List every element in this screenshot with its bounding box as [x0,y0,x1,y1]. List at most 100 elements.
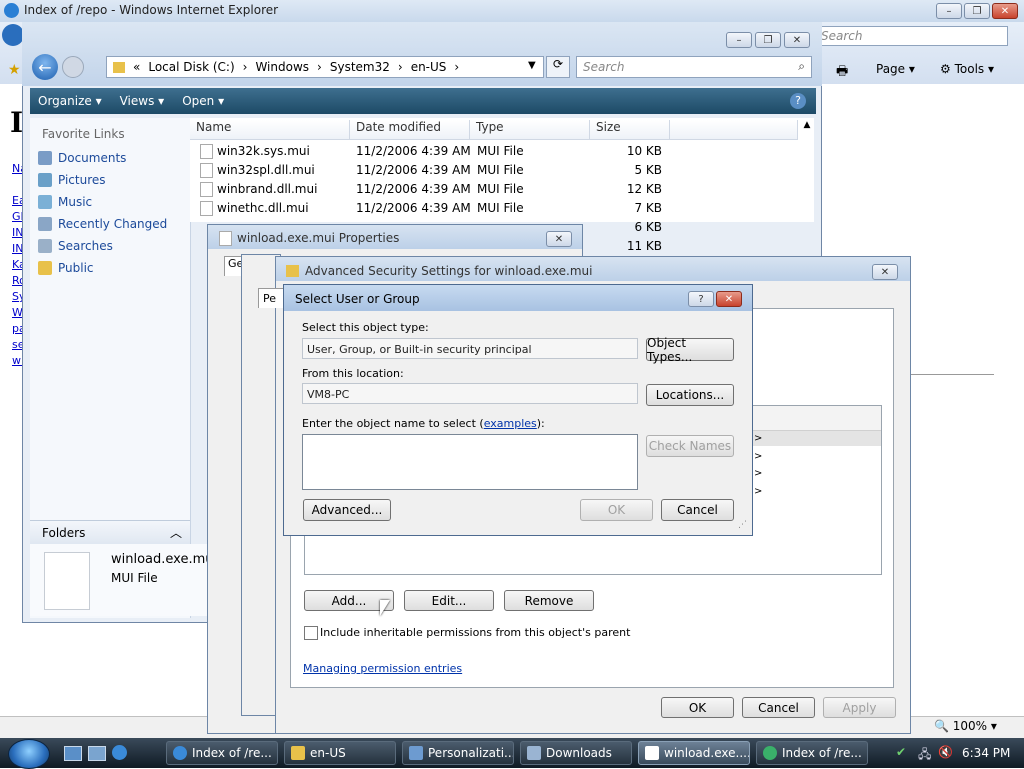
explorer-back-button[interactable]: ← [32,54,58,80]
properties-close-button[interactable]: ✕ [546,231,572,247]
favorite-link-music[interactable]: Music [38,195,92,209]
properties-tab-general[interactable]: Ge [224,256,242,276]
views-menu[interactable]: Views ▾ [120,94,165,108]
ie-quicklaunch-icon[interactable] [112,745,127,760]
ie-maximize-button[interactable]: ❐ [964,3,990,19]
folder-icon [286,265,299,277]
properties-title: winload.exe.mui Properties [237,231,400,245]
column-header-filler [670,120,798,140]
start-button[interactable] [8,739,50,769]
favorite-link-searches[interactable]: Searches [38,239,113,253]
check-names-button[interactable]: Check Names [646,435,734,457]
show-desktop-icon[interactable] [64,746,82,761]
explorer-forward-button[interactable] [62,56,84,78]
object-types-button[interactable]: Object Types... [646,336,734,364]
file-row[interactable]: winbrand.dll.mui 11/2/2006 4:39 AM MUI F… [196,180,806,198]
switch-windows-icon[interactable] [88,746,106,761]
scroll-up-icon[interactable]: ▲ [800,120,814,134]
explorer-minimize-button[interactable]: – [726,32,752,48]
file-row[interactable]: win32k.sys.mui 11/2/2006 4:39 AM MUI Fil… [196,142,806,160]
taskbar-button-personalization[interactable]: Personalizati... [402,741,514,765]
volume-muted-icon[interactable]: 🔇 [938,745,953,759]
taskbar-button-ie-2[interactable]: Index of /re... [756,741,868,765]
ie-back-button[interactable] [2,24,24,46]
taskbar-button-winload[interactable]: winload.exe.... [638,741,750,765]
remove-permission-button[interactable]: Remove [504,590,594,611]
folders-toggle[interactable]: Folders ︿ [30,520,190,545]
tray-shield-icon[interactable]: ✔ [896,745,906,759]
file-name: winbrand.dll.mui [217,182,318,196]
select-user-cancel-button[interactable]: Cancel [661,499,734,521]
examples-link[interactable]: examples [484,417,537,430]
ie-print-icon[interactable]: 🖶 [836,62,848,84]
ie-zoom-control[interactable]: 🔍 100% ▾ [934,719,997,733]
refresh-button[interactable]: ⟳ [546,56,570,78]
clock[interactable]: 6:34 PM [962,746,1010,760]
ie-minimize-button[interactable]: – [936,3,962,19]
breadcrumb-local-disk[interactable]: Local Disk (C:) [148,60,234,74]
file-row[interactable]: winethc.dll.mui 11/2/2006 4:39 AM MUI Fi… [196,199,806,217]
help-icon[interactable]: ? [790,93,806,109]
network-icon[interactable]: 🖧 [918,745,931,766]
folder-icon [291,746,305,760]
recent-icon [38,217,52,231]
search-icon: ⌕ [798,59,805,73]
ie-tools-menu[interactable]: ⚙ Tools ▾ [940,62,994,76]
managing-permission-entries-link[interactable]: Managing permission entries [303,662,462,675]
ie-logo-icon [4,3,19,18]
favorite-link-pictures[interactable]: Pictures [38,173,106,187]
details-filename: winload.exe.mui [111,552,218,567]
edit-permission-button[interactable]: Edit... [404,590,494,611]
music-icon [38,195,52,209]
ie-favorites-star-icon[interactable]: ★ [8,62,21,78]
include-inheritable-checkbox[interactable] [304,626,318,640]
organize-menu[interactable]: Organize ▾ [38,94,102,108]
breadcrumb-system32[interactable]: System32 [330,60,390,74]
advanced-apply-button[interactable]: Apply [823,697,896,718]
column-header-name[interactable]: Name [190,120,350,140]
advanced-tab-permissions[interactable]: Pe [258,288,284,308]
favorite-link-documents[interactable]: Documents [38,151,126,165]
taskbar-button-downloads[interactable]: Downloads [520,741,632,765]
locations-button[interactable]: Locations... [646,384,734,406]
column-header-type[interactable]: Type [470,120,590,140]
ie-page-menu[interactable]: Page ▾ [876,62,915,76]
ie-close-button[interactable]: ✕ [992,3,1018,19]
ie-search-field[interactable]: Search [816,26,1008,46]
advanced-ok-button[interactable]: OK [661,697,734,718]
open-menu[interactable]: Open ▾ [182,94,224,108]
column-header-date[interactable]: Date modified [350,120,470,140]
file-row[interactable]: win32spl.dll.mui 11/2/2006 4:39 AM MUI F… [196,161,806,179]
resize-grip-icon[interactable]: ⋰ [738,520,747,530]
explorer-close-button[interactable]: ✕ [784,32,810,48]
address-bar[interactable]: « Local Disk (C:) › Windows › System32 › en… [106,56,544,78]
select-user-ok-button[interactable]: OK [580,499,653,521]
explorer-search-input[interactable]: Search ⌕ [576,56,812,78]
ie-logo-icon [763,746,777,760]
breadcrumb-en-us[interactable]: en-US [411,60,447,74]
mouse-pointer-icon [380,600,390,616]
breadcrumb-overflow[interactable]: « [133,60,140,74]
taskbar-button-en-us[interactable]: en-US [284,741,396,765]
chevron-right-icon: > [754,486,763,497]
ie-page-menu-label: Page [876,62,906,76]
favorite-link-public[interactable]: Public [38,261,94,275]
object-type-field: User, Group, or Built-in security princi… [302,338,638,359]
taskbar-button-label: Personalizati... [428,746,514,760]
chevron-up-icon: ︿ [170,526,183,540]
downloads-icon [527,746,541,760]
address-dropdown-icon[interactable]: ▼ [528,60,536,71]
file-icon [200,201,213,216]
column-header-size[interactable]: Size [590,120,670,140]
advanced-cancel-button[interactable]: Cancel [742,697,815,718]
taskbar-button-ie[interactable]: Index of /re... [166,741,278,765]
breadcrumb-windows[interactable]: Windows [255,60,309,74]
help-button[interactable]: ? [688,291,714,307]
select-user-close-button[interactable]: ✕ [716,291,742,307]
folder-icon [38,261,52,275]
advanced-security-close-button[interactable]: ✕ [872,264,898,280]
select-user-advanced-button[interactable]: Advanced... [303,499,391,521]
object-name-input[interactable] [302,434,638,490]
explorer-maximize-button[interactable]: ❐ [755,32,781,48]
favorite-link-recently-changed[interactable]: Recently Changed [38,217,167,231]
